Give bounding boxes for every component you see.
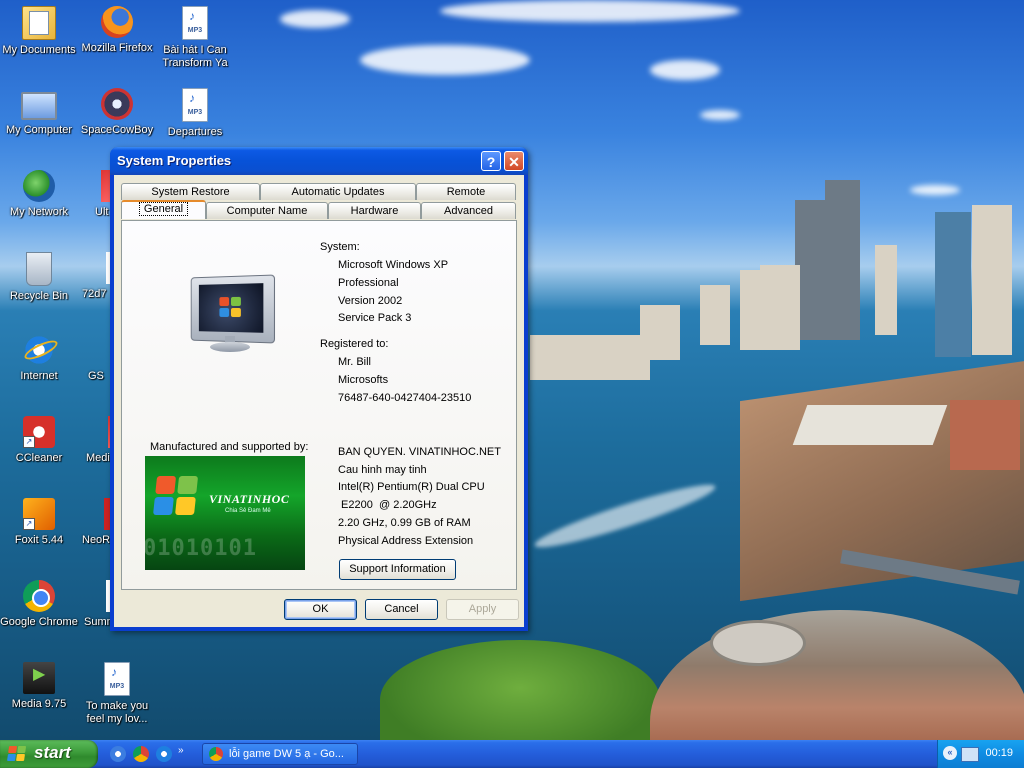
mp3-file-icon: MP3 (104, 662, 130, 696)
os-edition: Professional (338, 277, 399, 289)
desktop-icon-label: Mozilla Firefox (81, 42, 153, 54)
system-properties-window: System Properties ? ✕ System Restore Aut… (110, 147, 528, 631)
desktop-icon-recycle-bin[interactable]: Recycle Bin (0, 252, 78, 303)
tab-hardware[interactable]: Hardware (328, 202, 421, 219)
desktop-icon-label: Foxit 5.44 (14, 534, 64, 546)
start-button[interactable]: start (0, 740, 98, 768)
taskbar: start » lỗi game DW 5 ạ - Go... « 00:19 (0, 740, 1024, 768)
cpu-line-1: Intel(R) Pentium(R) Dual CPU (338, 481, 485, 493)
registered-org: Microsofts (338, 374, 389, 386)
taskbar-button-chrome[interactable]: lỗi game DW 5 ạ - Go... (202, 743, 358, 765)
manufacturer-heading: Manufactured and supported by: (150, 441, 309, 453)
desktop-icon-ccleaner[interactable]: ↗ CCleaner (0, 416, 78, 465)
chrome-icon (209, 747, 223, 761)
ram-line: 2.20 GHz, 0.99 GB of RAM (338, 517, 471, 529)
desktop-icon-label: Recycle Bin (9, 290, 69, 302)
desktop-icon-label: Media 9.75 (11, 698, 67, 710)
desktop-icon-label: To make you feel my lov... (85, 700, 149, 725)
desktop-icon-label: My Computer (5, 124, 73, 136)
quicklaunch-chrome-icon[interactable] (133, 746, 149, 762)
network-connection-icon[interactable] (961, 747, 979, 762)
window-title: System Properties (117, 153, 232, 168)
quicklaunch-ie-icon[interactable] (156, 746, 172, 762)
quicklaunch-expand-icon[interactable]: » (178, 745, 184, 756)
general-tab-panel: System: Microsoft Windows XP Professiona… (121, 220, 517, 590)
desktop-icon-my-documents[interactable]: My Documents (0, 6, 78, 57)
tab-system-restore[interactable]: System Restore (121, 183, 260, 200)
desktop-icon-label: My Network (9, 206, 69, 218)
desktop-icon-firefox[interactable]: Mozilla Firefox (78, 6, 156, 55)
close-icon: ✕ (508, 154, 520, 170)
network-globe-icon (23, 170, 55, 202)
desktop-icon-internet[interactable]: Internet (0, 334, 78, 383)
service-pack: Service Pack 3 (338, 312, 412, 324)
windows-monitor-icon (180, 270, 280, 384)
foxit-reader-icon: ↗ (23, 498, 55, 530)
desktop-icon-label: Internet (20, 370, 58, 382)
help-icon: ? (486, 154, 496, 170)
desktop-icon-media[interactable]: Media 9.75 (0, 662, 78, 711)
desktop-icon-label: My Documents (2, 44, 76, 56)
desktop-icon-google-chrome[interactable]: Google Chrome (0, 580, 78, 629)
tab-automatic-updates[interactable]: Automatic Updates (260, 183, 416, 200)
windows-flag-icon (153, 476, 199, 516)
internet-explorer-icon (23, 334, 55, 366)
pae-line: Physical Address Extension (338, 535, 474, 547)
desktop-icon-i-can-transform-ya[interactable]: MP3 Bài hát I Can Transform Ya (156, 6, 234, 70)
mp3-file-icon: MP3 (182, 88, 208, 122)
system-heading: System: (320, 241, 360, 253)
cpu-line-2: E2200 @ 2.20GHz (338, 499, 437, 511)
shortcut-arrow-icon: ↗ (23, 518, 35, 530)
os-name: Microsoft Windows XP (338, 259, 449, 271)
windows-flag-icon (219, 296, 241, 318)
media-player-icon (23, 662, 55, 694)
desktop-icon-my-computer[interactable]: My Computer (0, 88, 78, 137)
chrome-icon (23, 580, 55, 612)
title-bar[interactable]: System Properties ? ✕ (110, 147, 528, 175)
tab-advanced[interactable]: Advanced (421, 202, 516, 219)
recycle-bin-icon (26, 252, 52, 286)
desktop-icon-label: Bài hát I Can Transform Ya (162, 44, 228, 69)
desktop-icon-foxit[interactable]: ↗ Foxit 5.44 (0, 498, 78, 547)
support-information-button[interactable]: Support Information (339, 559, 456, 580)
system-tray: « 00:19 (937, 740, 1024, 768)
shortcut-arrow-icon: ↗ (23, 436, 35, 448)
tab-general[interactable]: General (121, 200, 206, 219)
dialog-client-area: System Restore Automatic Updates Remote … (114, 175, 524, 627)
registered-user: Mr. Bill (338, 356, 371, 368)
close-button[interactable]: ✕ (504, 151, 524, 171)
mp3-file-icon: MP3 (182, 6, 208, 40)
os-version: Version 2002 (338, 295, 403, 307)
desktop-icon-to-make-you-feel-my-love[interactable]: MP3 To make you feel my lov... (78, 662, 156, 726)
oem-line-1: BAN QUYEN. VINATINHOC.NET (338, 446, 501, 458)
start-label: start (34, 743, 71, 762)
desktop-icon-label: SpaceCowBoy (80, 124, 154, 136)
oem-line-2: Cau hinh may tinh (338, 464, 427, 476)
desktop-icon-spacecowboy[interactable]: SpaceCowBoy (78, 88, 156, 137)
oem-logo: VINATINHOC Chia Sẻ Đam Mê 01010101 (145, 456, 305, 570)
clock[interactable]: 00:19 (985, 747, 1013, 759)
desktop-icon-departures[interactable]: MP3 Departures (156, 88, 234, 139)
game-icon (101, 88, 133, 120)
taskbar-button-label: lỗi game DW 5 ạ - Go... (229, 748, 344, 760)
windows-flag-icon (7, 746, 27, 762)
folder-icon (22, 6, 56, 40)
tab-remote[interactable]: Remote (416, 183, 516, 200)
show-hidden-icons-button[interactable]: « (943, 746, 957, 760)
apply-button[interactable]: Apply (446, 599, 519, 620)
help-button[interactable]: ? (481, 151, 501, 171)
ccleaner-icon: ↗ (23, 416, 55, 448)
cancel-button[interactable]: Cancel (365, 599, 438, 620)
desktop-icon-label: Departures (167, 126, 223, 138)
desktop-icon-label: Google Chrome (0, 616, 78, 628)
tab-computer-name[interactable]: Computer Name (206, 202, 328, 219)
firefox-icon (101, 6, 133, 38)
desktop-icon-label: CCleaner (15, 452, 63, 464)
quicklaunch-app-icon[interactable] (110, 746, 126, 762)
desktop-icon-my-network[interactable]: My Network (0, 170, 78, 219)
ok-button[interactable]: OK (284, 599, 357, 620)
product-id: 76487-640-0427404-23510 (338, 392, 472, 404)
computer-icon (21, 92, 57, 120)
registered-heading: Registered to: (320, 338, 389, 350)
